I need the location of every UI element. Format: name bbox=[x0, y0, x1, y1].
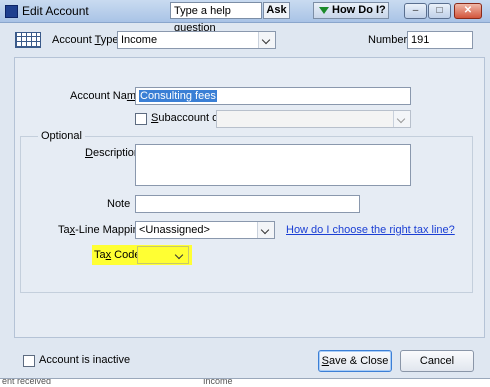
cancel-button[interactable]: Cancel bbox=[400, 350, 474, 372]
tax-code-select[interactable] bbox=[137, 246, 189, 264]
account-name-label-text: Account Na bbox=[70, 90, 127, 102]
minimize-icon: – bbox=[412, 5, 419, 16]
tax-line-label-text: Ta bbox=[58, 224, 70, 236]
account-inactive-label[interactable]: Account is inactive bbox=[39, 354, 130, 366]
triangle-down-icon bbox=[319, 7, 329, 14]
note-input[interactable] bbox=[135, 195, 360, 213]
description-label: Description bbox=[85, 147, 140, 159]
note-label: Note bbox=[107, 198, 131, 210]
save-close-button[interactable]: Save & Close bbox=[318, 350, 392, 372]
account-type-select[interactable]: Income bbox=[117, 31, 276, 49]
tax-line-value: <Unassigned> bbox=[139, 224, 210, 236]
window-title: Edit Account bbox=[22, 4, 89, 18]
account-register-icon bbox=[15, 32, 41, 48]
how-do-i-label: How Do I? bbox=[332, 4, 386, 16]
account-type-label: Account Type bbox=[52, 34, 118, 46]
close-button[interactable]: ✕ bbox=[454, 3, 482, 19]
tax-line-help-link[interactable]: How do I choose the right tax line? bbox=[286, 224, 455, 236]
chevron-down-icon[interactable] bbox=[258, 32, 275, 48]
description-label-text: escription bbox=[92, 147, 141, 159]
subaccount-label-text: ubaccount of bbox=[158, 112, 222, 124]
app-icon bbox=[5, 5, 18, 18]
ask-button[interactable]: Ask bbox=[263, 2, 290, 19]
tax-code-label: Tax Code bbox=[94, 249, 140, 261]
minimize-button[interactable]: – bbox=[404, 3, 427, 19]
tax-code-label-text: Ta bbox=[94, 249, 106, 261]
description-textarea[interactable] bbox=[135, 144, 411, 186]
help-question-input[interactable]: Type a help question bbox=[170, 2, 262, 34]
chevron-down-icon[interactable] bbox=[257, 222, 274, 238]
account-type-value: Income bbox=[121, 34, 158, 46]
subaccount-label[interactable]: Subaccount of bbox=[151, 112, 221, 124]
subaccount-select[interactable] bbox=[216, 110, 411, 128]
account-type-label-rest: ype bbox=[100, 34, 119, 46]
maximize-icon: □ bbox=[436, 5, 443, 16]
chevron-down-icon[interactable] bbox=[172, 247, 188, 263]
title-bar[interactable]: Edit Account Type a help question Ask Ho… bbox=[0, 0, 490, 34]
chevron-down-icon[interactable] bbox=[393, 111, 410, 127]
save-close-label-key: S bbox=[321, 355, 330, 367]
maximize-button[interactable]: □ bbox=[428, 3, 451, 19]
subaccount-checkbox[interactable] bbox=[135, 113, 147, 125]
number-label: Number bbox=[368, 34, 408, 46]
close-icon: ✕ bbox=[463, 5, 473, 16]
edit-account-window: Edit Account Type a help question Ask Ho… bbox=[0, 0, 490, 387]
account-inactive-checkbox[interactable] bbox=[23, 355, 35, 367]
number-input[interactable]: 191 bbox=[407, 31, 473, 49]
optional-legend: Optional bbox=[38, 130, 85, 142]
background-text-mid: Income bbox=[203, 378, 233, 386]
account-name-value: Consulting fees bbox=[139, 90, 217, 102]
background-text-left: ent received bbox=[2, 378, 52, 386]
how-do-i-button[interactable]: How Do I? bbox=[313, 2, 389, 19]
account-type-row: Account Type Income Number 191 bbox=[0, 23, 490, 55]
tax-line-select[interactable]: <Unassigned> bbox=[135, 221, 275, 239]
description-label-key: D bbox=[85, 147, 93, 159]
account-type-label-text: Account bbox=[52, 34, 95, 46]
account-name-label: Account Name bbox=[70, 90, 142, 102]
tax-line-label: Tax-Line Mapping bbox=[58, 224, 145, 236]
save-close-label-text: ave & Close bbox=[329, 355, 389, 367]
account-name-input[interactable]: Consulting fees bbox=[135, 87, 411, 105]
